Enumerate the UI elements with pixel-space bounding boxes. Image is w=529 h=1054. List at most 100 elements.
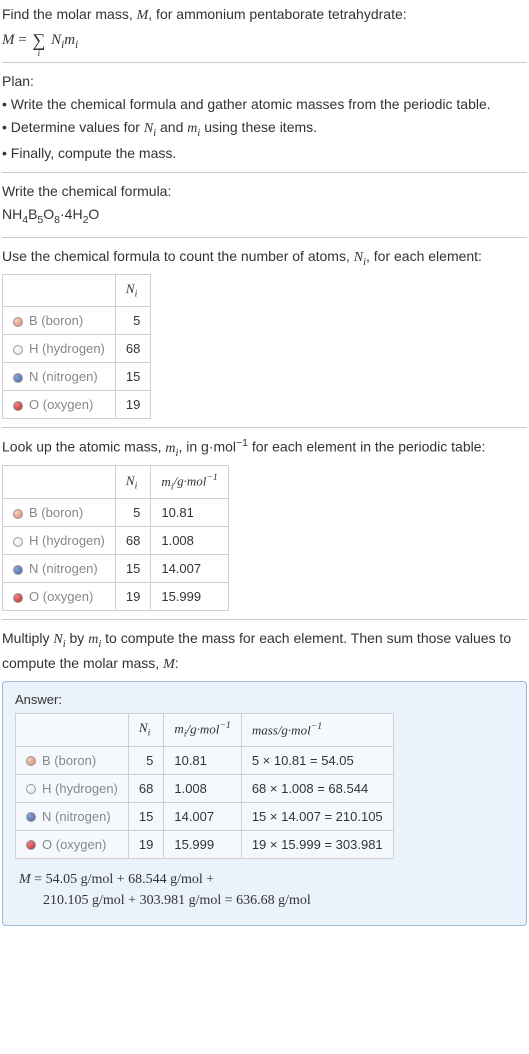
table-row: H (hydrogen) 68 1.008 68 × 1.008 = 68.54… <box>16 774 394 802</box>
element-name: (boron) <box>41 313 83 328</box>
element-symbol: B <box>42 753 51 768</box>
answer-box: Answer: Ni mi/g·mol−1 mass/g·mol−1 B (bo… <box>2 681 527 926</box>
element-swatch-icon <box>13 317 23 327</box>
element-swatch-icon <box>13 537 23 547</box>
mass-heading: Look up the atomic mass, mi, in g·mol−1 … <box>2 436 527 461</box>
answer-label: Answer: <box>15 692 514 707</box>
table-row: B (boron) 5 <box>3 307 151 335</box>
mi-cell: 10.81 <box>164 746 241 774</box>
table-row: H (hydrogen) 68 1.008 <box>3 527 229 555</box>
element-cell: B (boron) <box>16 746 129 774</box>
col-mi: mi/g·mol−1 <box>164 713 241 746</box>
plan-list: Write the chemical formula and gather at… <box>2 94 527 165</box>
plan-item: Write the chemical formula and gather at… <box>2 94 527 115</box>
element-swatch-icon <box>13 593 23 603</box>
element-swatch-icon <box>26 840 36 850</box>
element-symbol: B <box>29 505 38 520</box>
element-symbol: N <box>29 369 38 384</box>
count-table: Ni B (boron) 5 H (hydrogen) 68 N (nitrog… <box>2 274 151 419</box>
mi-cell: 1.008 <box>151 527 228 555</box>
chem-formula: NH4B5O8·4H2O <box>2 204 527 229</box>
answer-table: Ni mi/g·mol−1 mass/g·mol−1 B (boron) 5 1… <box>15 713 394 859</box>
element-swatch-icon <box>13 345 23 355</box>
element-cell: N (nitrogen) <box>16 802 129 830</box>
table-header-row: Ni <box>3 275 151 307</box>
element-cell: N (nitrogen) <box>3 555 116 583</box>
plan-item: Determine values for Ni and mi using the… <box>2 117 527 142</box>
col-element <box>3 275 116 307</box>
mi-cell: 1.008 <box>164 774 241 802</box>
plan-section: Plan: Write the chemical formula and gat… <box>2 71 527 165</box>
chem-formula-heading: Write the chemical formula: <box>2 181 527 202</box>
mi-cell: 14.007 <box>151 555 228 583</box>
divider <box>2 62 527 63</box>
element-symbol: B <box>29 313 38 328</box>
ni-cell: 15 <box>128 802 163 830</box>
mass-table: Ni mi/g·mol−1 B (boron) 5 10.81 H (hydro… <box>2 465 229 611</box>
table-row: O (oxygen) 19 <box>3 391 151 419</box>
table-row: O (oxygen) 19 15.999 19 × 15.999 = 303.9… <box>16 830 394 858</box>
table-row: B (boron) 5 10.81 <box>3 499 229 527</box>
ni-cell: 15 <box>115 555 150 583</box>
ni-cell: 5 <box>115 307 150 335</box>
element-name: (hydrogen) <box>42 533 105 548</box>
element-symbol: O <box>29 397 39 412</box>
element-symbol: H <box>29 533 38 548</box>
col-ni: Ni <box>115 275 150 307</box>
plan-heading: Plan: <box>2 71 527 92</box>
divider <box>2 237 527 238</box>
molar-mass-formula: M = ∑i Nimi <box>2 28 527 54</box>
chem-formula-section: Write the chemical formula: NH4B5O8·4H2O <box>2 181 527 229</box>
element-cell: H (hydrogen) <box>3 527 116 555</box>
final-line-1: M = 54.05 g/mol + 68.544 g/mol + <box>19 869 514 890</box>
ni-cell: 19 <box>115 391 150 419</box>
element-swatch-icon <box>26 756 36 766</box>
col-element <box>16 713 129 746</box>
count-heading: Use the chemical formula to count the nu… <box>2 246 527 271</box>
element-swatch-icon <box>26 812 36 822</box>
element-cell: O (oxygen) <box>16 830 129 858</box>
element-swatch-icon <box>13 373 23 383</box>
element-cell: H (hydrogen) <box>3 335 116 363</box>
element-name: (boron) <box>54 753 96 768</box>
final-calculation: M = 54.05 g/mol + 68.544 g/mol + 210.105… <box>19 869 514 911</box>
table-row: H (hydrogen) 68 <box>3 335 151 363</box>
element-symbol: O <box>42 837 52 852</box>
col-ni: Ni <box>128 713 163 746</box>
element-symbol: H <box>29 341 38 356</box>
divider <box>2 172 527 173</box>
ni-cell: 5 <box>128 746 163 774</box>
divider <box>2 619 527 620</box>
element-name: (nitrogen) <box>42 369 98 384</box>
table-row: N (nitrogen) 15 14.007 15 × 14.007 = 210… <box>16 802 394 830</box>
mi-cell: 15.999 <box>151 583 228 611</box>
element-name: (nitrogen) <box>55 809 111 824</box>
table-header-row: Ni mi/g·mol−1 <box>3 466 229 499</box>
final-line-2: 210.105 g/mol + 303.981 g/mol = 636.68 g… <box>19 890 514 911</box>
col-mi: mi/g·mol−1 <box>151 466 228 499</box>
col-ni: Ni <box>115 466 150 499</box>
element-swatch-icon <box>13 509 23 519</box>
col-element <box>3 466 116 499</box>
mass-cell: 5 × 10.81 = 54.05 <box>241 746 393 774</box>
table-row: O (oxygen) 19 15.999 <box>3 583 229 611</box>
intro-section: Find the molar mass, M, for ammonium pen… <box>2 4 527 54</box>
element-swatch-icon <box>26 784 36 794</box>
ni-cell: 19 <box>128 830 163 858</box>
plan-item: Finally, compute the mass. <box>2 143 527 164</box>
mi-cell: 10.81 <box>151 499 228 527</box>
element-symbol: H <box>42 781 51 796</box>
element-name: (oxygen) <box>56 837 107 852</box>
element-symbol: N <box>42 809 51 824</box>
element-name: (oxygen) <box>43 397 94 412</box>
element-cell: B (boron) <box>3 307 116 335</box>
table-header-row: Ni mi/g·mol−1 mass/g·mol−1 <box>16 713 394 746</box>
element-cell: O (oxygen) <box>3 583 116 611</box>
mass-cell: 15 × 14.007 = 210.105 <box>241 802 393 830</box>
mass-section: Look up the atomic mass, mi, in g·mol−1 … <box>2 436 527 611</box>
mass-cell: 68 × 1.008 = 68.544 <box>241 774 393 802</box>
compute-heading: Multiply Ni by mi to compute the mass fo… <box>2 628 527 675</box>
count-section: Use the chemical formula to count the nu… <box>2 246 527 419</box>
ni-cell: 68 <box>115 527 150 555</box>
element-name: (hydrogen) <box>42 341 105 356</box>
